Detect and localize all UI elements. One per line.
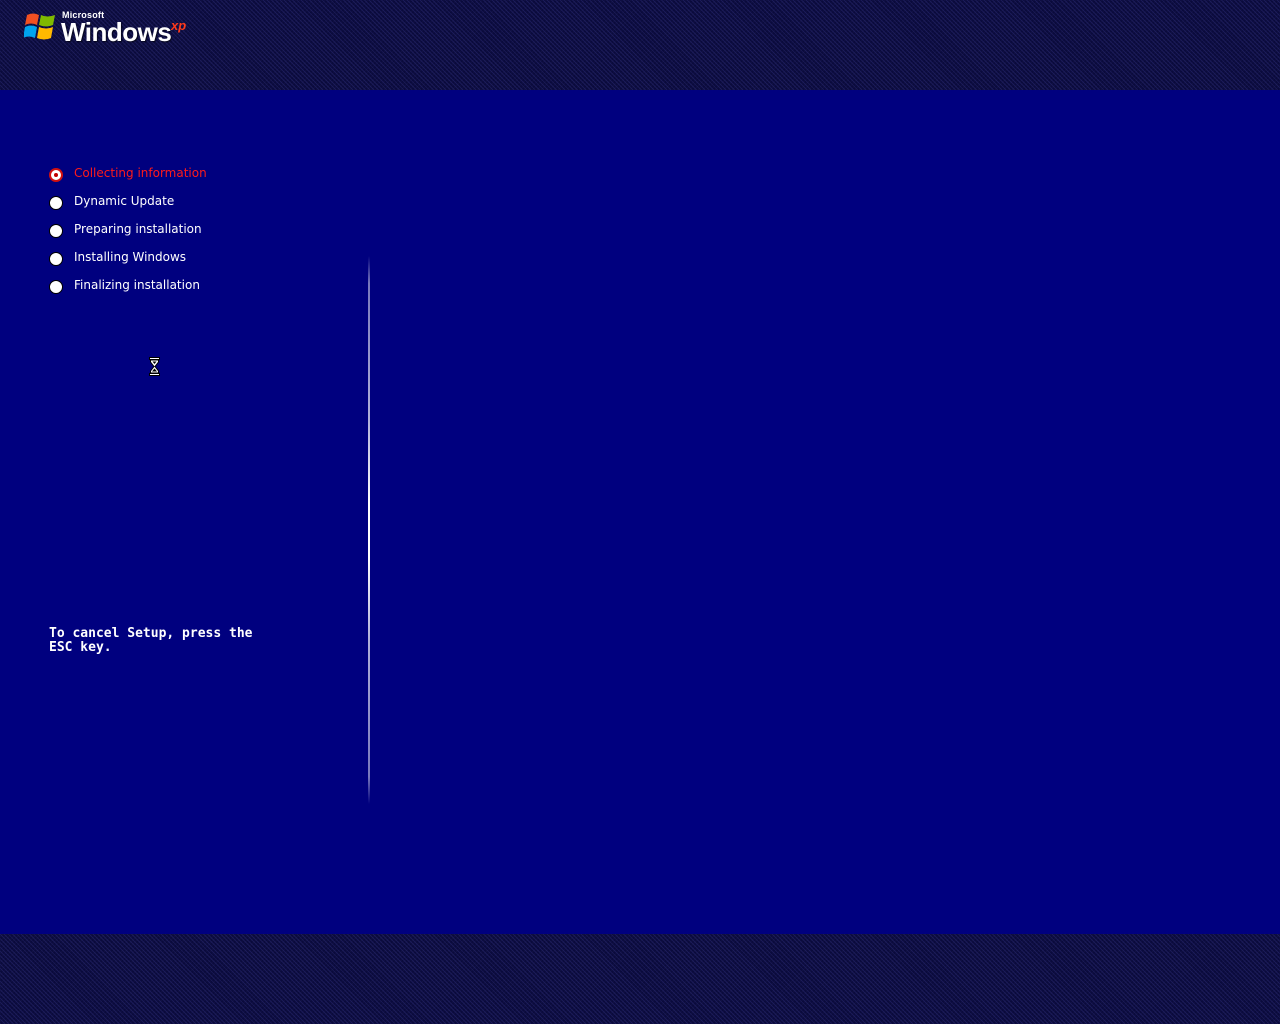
step-label: Dynamic Update <box>74 194 175 208</box>
step-bullet-icon <box>49 251 63 266</box>
hourglass-icon <box>149 357 160 376</box>
setup-steps-list: Collecting information Dynamic Update Pr… <box>49 159 207 299</box>
step-label: Collecting information <box>74 166 207 180</box>
windows-flag-icon <box>24 13 55 40</box>
step-label: Finalizing installation <box>74 278 200 292</box>
step-label: Preparing installation <box>74 222 202 236</box>
panel-divider <box>368 256 370 804</box>
header-band: Microsoft Windows xp <box>0 0 1280 90</box>
step-active-bullet-icon <box>49 167 63 182</box>
setup-step: Dynamic Update <box>49 187 207 215</box>
setup-screen: Microsoft Windows xp Collecting informat… <box>0 0 1280 1024</box>
step-label: Installing Windows <box>74 250 187 264</box>
setup-step: Finalizing installation <box>49 271 207 299</box>
step-bullet-icon <box>49 223 63 238</box>
logo-edition: xp <box>171 18 187 33</box>
cancel-instruction: To cancel Setup, press the ESC key. <box>49 626 253 655</box>
step-bullet-icon <box>49 195 63 210</box>
logo-product: Windows <box>61 17 172 47</box>
setup-step: Installing Windows <box>49 243 207 271</box>
setup-step: Collecting information <box>49 159 207 187</box>
step-bullet-icon <box>49 279 63 294</box>
windows-xp-logo: Microsoft Windows xp <box>24 8 204 48</box>
setup-step: Preparing installation <box>49 215 207 243</box>
footer-band <box>0 934 1280 1024</box>
